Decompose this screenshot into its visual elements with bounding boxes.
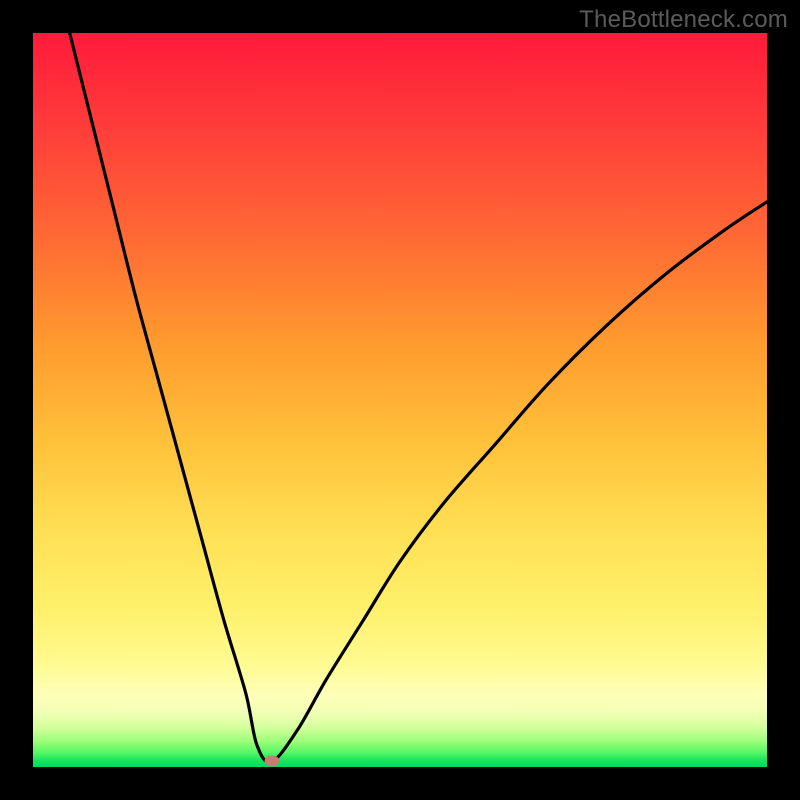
chart-frame: TheBottleneck.com [0,0,800,800]
watermark-text: TheBottleneck.com [579,6,788,34]
minimum-marker [264,756,279,767]
plot-area [33,33,767,767]
bottleneck-curve [33,33,767,767]
